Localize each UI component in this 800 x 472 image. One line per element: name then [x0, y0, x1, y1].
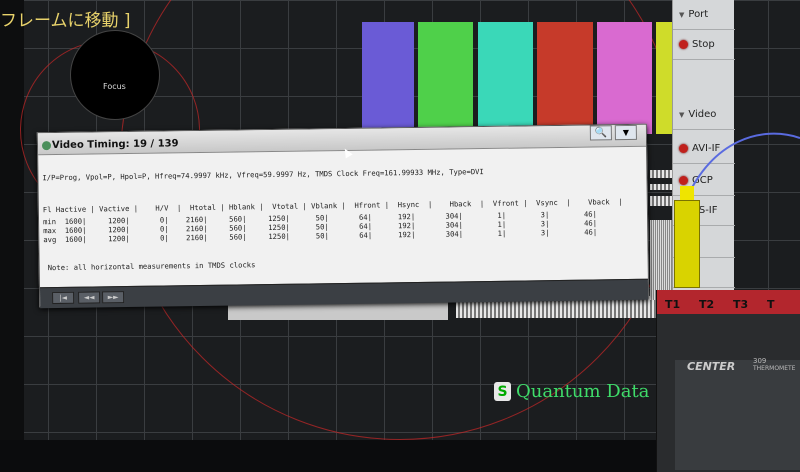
thermometer-input-strip: T1 T2 T3 T — [657, 290, 800, 314]
timing-note: Note: all horizontal measurements in TMD… — [47, 260, 256, 273]
timing-summary: I/P=Prog, Vpol=P, Hpol=P, Hfreq=74.9997 … — [42, 167, 484, 183]
model-label: 309 — [753, 357, 767, 365]
panel-button-stop[interactable]: Stop — [673, 30, 735, 60]
app-icon — [41, 141, 52, 151]
focus-pattern-circle — [70, 30, 160, 120]
dialog-title: Video Timing: 19 / 139 — [51, 138, 179, 152]
quantum-data-logo-text: Quantum Data — [516, 381, 650, 402]
panel-button-label: GCP — [692, 175, 713, 186]
panel-button-label: Stop — [692, 39, 715, 50]
panel-button-label: Video — [688, 109, 717, 120]
led-indicator-icon — [679, 144, 688, 153]
type-label: THERMOMETE — [753, 365, 796, 372]
channel-label: T1 — [665, 298, 681, 311]
magnifier-icon[interactable]: 🔍 — [589, 125, 612, 141]
quantum-data-logo-icon: S — [494, 382, 511, 401]
thermometer-face — [675, 360, 800, 470]
color-bar — [478, 22, 533, 134]
panel-button-video[interactable]: ▼ Video — [673, 100, 735, 130]
channel-label: T3 — [733, 298, 749, 311]
panel-button-label: AVI-IF — [692, 143, 721, 154]
led-indicator-icon — [679, 40, 688, 49]
channel-label: T2 — [699, 298, 715, 311]
stripe-pattern — [650, 184, 674, 190]
stripe-pattern — [650, 196, 674, 206]
nav-first-button[interactable]: |◄ — [52, 291, 75, 305]
panel-button-label: Port — [688, 9, 709, 20]
timing-content: I/P=Prog, Vpol=P, Hpol=P, Hfreq=74.9997 … — [38, 147, 648, 287]
thermometer-device: T1 T2 T3 T CENTER 309 THERMOMETE — [656, 290, 800, 472]
stripe-pattern — [650, 170, 674, 178]
color-bar — [537, 22, 593, 134]
chevron-down-icon: ▼ — [679, 110, 685, 119]
stripe-pattern — [650, 220, 674, 300]
color-bar — [418, 22, 473, 134]
color-bar — [597, 22, 652, 134]
jump-to-frame-link[interactable]: フレームに移動 ] — [0, 6, 131, 31]
thermocouple-plug — [674, 200, 700, 288]
focus-label: Focus — [103, 82, 126, 91]
chevron-down-icon: ▼ — [679, 10, 685, 19]
channel-label: T — [767, 298, 775, 311]
nav-prev-button[interactable]: ◄◄ — [78, 291, 101, 304]
panel-button-port[interactable]: ▼ Port — [673, 0, 735, 30]
brand-label: CENTER — [687, 360, 736, 373]
nav-next-button[interactable]: ►► — [102, 291, 125, 304]
monitor-bezel-left — [0, 0, 24, 472]
chevron-down-icon[interactable]: ▼ — [614, 124, 637, 141]
led-indicator-icon — [679, 176, 688, 185]
color-bar — [362, 22, 414, 134]
panel-button-avi-if[interactable]: AVI-IF — [673, 134, 735, 164]
